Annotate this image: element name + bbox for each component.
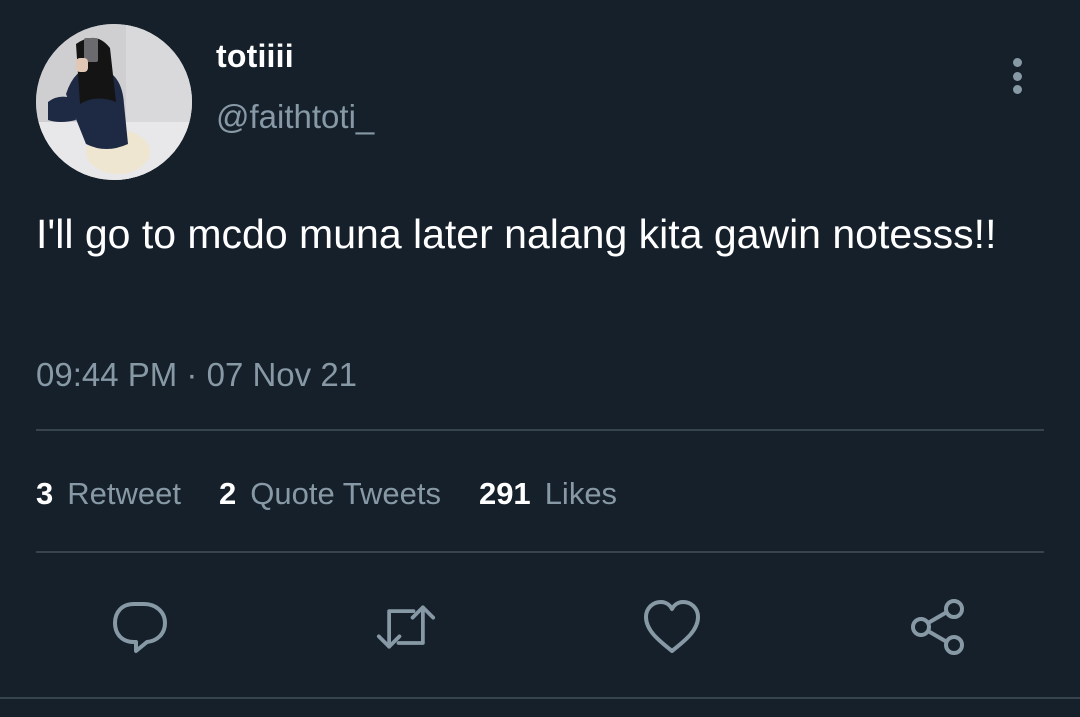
likes-label: Likes <box>544 476 618 511</box>
retweet-label: Retweet <box>67 476 181 511</box>
like-button[interactable] <box>642 597 702 657</box>
reply-icon <box>113 602 167 653</box>
likes-count: 291 <box>478 476 531 511</box>
retweet-button[interactable] <box>376 597 436 657</box>
divider <box>36 429 1044 431</box>
quote-tweets-stat[interactable]: 2 Quote Tweets <box>219 476 441 512</box>
tweet-time: 09:44 PM <box>36 356 178 393</box>
bottom-divider <box>0 697 1080 699</box>
meta-separator: · <box>186 356 198 393</box>
likes-stat[interactable]: 291 Likes <box>479 476 617 512</box>
retweet-stat[interactable]: 3 Retweet <box>36 476 181 512</box>
share-icon <box>911 599 964 655</box>
avatar[interactable] <box>36 24 192 180</box>
divider <box>36 551 1044 553</box>
quote-label: Quote Tweets <box>250 476 441 511</box>
tweet-date: 07 Nov 21 <box>206 356 358 393</box>
display-name[interactable]: totiiii <box>216 38 294 75</box>
more-options-button[interactable] <box>996 54 1038 98</box>
like-icon <box>644 600 700 653</box>
reply-button[interactable] <box>110 597 170 657</box>
engagement-stats: 3 Retweet 2 Quote Tweets 291 Likes <box>36 476 655 512</box>
retweet-count: 3 <box>36 476 54 511</box>
share-button[interactable] <box>908 597 968 657</box>
tweet-timestamp: 09:44 PM · 07 Nov 21 <box>36 356 357 394</box>
user-handle[interactable]: @faithtoti_ <box>216 98 374 136</box>
more-dot-icon <box>1012 71 1022 81</box>
more-dot-icon <box>1012 58 1022 67</box>
more-dot-icon <box>1012 85 1022 94</box>
tweet-text: I'll go to mcdo muna later nalang kita g… <box>36 211 997 257</box>
retweet-icon <box>376 605 436 649</box>
quote-count: 2 <box>218 476 237 511</box>
